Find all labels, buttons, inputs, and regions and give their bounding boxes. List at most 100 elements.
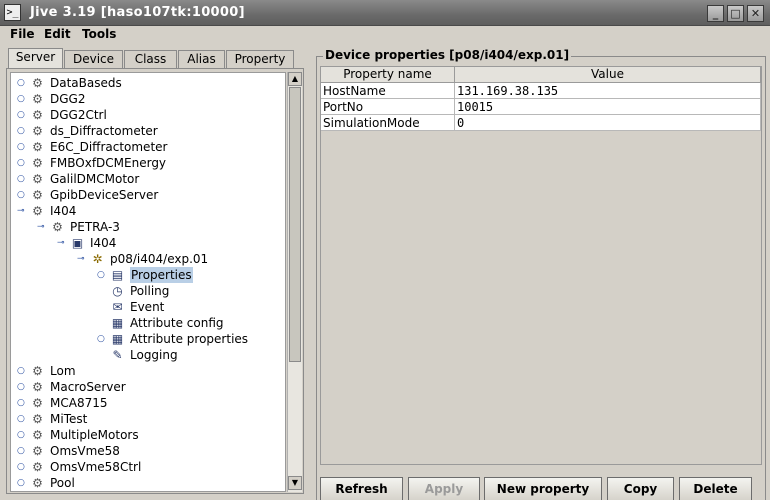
tree-item[interactable]: ○ ⚙ MacroServer bbox=[17, 379, 267, 395]
tree-item[interactable]: ○ ⚙ OmsVme58Ctrl bbox=[17, 459, 267, 475]
expanded-toggle-icon[interactable]: ⊸ bbox=[37, 222, 47, 232]
minimize-icon[interactable]: _ bbox=[707, 5, 724, 22]
scrollbar-thumb[interactable] bbox=[289, 87, 301, 362]
server-icon: ⚙ bbox=[32, 92, 43, 106]
collapsed-toggle-icon[interactable]: ○ bbox=[17, 158, 27, 168]
menu-file[interactable]: File bbox=[10, 27, 35, 41]
property-value-cell[interactable]: 131.169.38.135 bbox=[455, 83, 761, 99]
server-icon: ⚙ bbox=[32, 156, 43, 170]
attribute-properties-icon: ▦ bbox=[111, 332, 124, 346]
tree-item[interactable]: ○ ▦ Attribute properties bbox=[97, 331, 285, 347]
collapsed-toggle-icon[interactable]: ○ bbox=[17, 430, 27, 440]
tree-item-label: E6C_Diffractometer bbox=[50, 140, 168, 154]
server-icon: ⚙ bbox=[32, 140, 43, 154]
menu-tools[interactable]: Tools bbox=[82, 27, 116, 41]
tree-item[interactable]: ○ ⚙ ds_Diffractometer bbox=[17, 123, 267, 139]
tab-server[interactable]: Server bbox=[8, 48, 63, 69]
tree-item[interactable]: ○ ⚙ DataBaseds bbox=[17, 75, 267, 91]
tree-item[interactable]: ○ ⚙ Lom bbox=[17, 363, 267, 379]
column-header-property-name[interactable]: Property name bbox=[321, 67, 455, 83]
tree-item[interactable]: ○ ⚙ FMBOxfDCMEnergy bbox=[17, 155, 267, 171]
tree-item[interactable]: ⊸ ⚙ PETRA-3 bbox=[37, 219, 285, 235]
maximize-icon[interactable]: □ bbox=[727, 5, 744, 22]
expanded-toggle-icon[interactable]: ⊸ bbox=[17, 206, 27, 216]
property-name-cell[interactable]: SimulationMode bbox=[321, 115, 455, 131]
collapsed-toggle-icon[interactable]: ○ bbox=[17, 126, 27, 136]
server-icon: ⚙ bbox=[32, 76, 43, 90]
server-icon: ⚙ bbox=[52, 220, 63, 234]
tab-device[interactable]: Device bbox=[64, 50, 123, 69]
tree-item-label: I404 bbox=[50, 204, 77, 218]
tree-item[interactable]: ○ ⚙ GalilDMCMotor bbox=[17, 171, 267, 187]
collapsed-toggle-icon[interactable]: ○ bbox=[17, 398, 27, 408]
copy-button[interactable]: Copy bbox=[607, 477, 674, 500]
tree-item-label: I404 bbox=[90, 236, 117, 250]
collapsed-toggle-icon[interactable]: ○ bbox=[17, 142, 27, 152]
apply-button[interactable]: Apply bbox=[408, 477, 480, 500]
property-value-cell[interactable]: 10015 bbox=[455, 99, 761, 115]
tree-item-label: Attribute config bbox=[130, 316, 224, 330]
tree-item[interactable]: ○ ⚙ Pool bbox=[17, 475, 267, 491]
tree-item[interactable]: ▦ Attribute config bbox=[97, 315, 285, 331]
server-tree[interactable]: ○ ⚙ DataBaseds ○ ⚙ DGG2 ○ ⚙ DGG2Ctrl ○ ⚙ ds_Diffrac… bbox=[10, 72, 286, 492]
tree-item[interactable]: ✎ Logging bbox=[97, 347, 285, 363]
scroll-up-icon[interactable]: ▲ bbox=[288, 72, 302, 86]
tree-item[interactable]: ○ ⚙ MiTest bbox=[17, 411, 267, 427]
terminal-icon[interactable]: >_ bbox=[4, 4, 21, 21]
collapsed-toggle-icon[interactable]: ○ bbox=[97, 270, 107, 280]
new-property-button[interactable]: New property bbox=[484, 477, 602, 500]
tree-item-label: DGG2Ctrl bbox=[50, 108, 107, 122]
tree-item[interactable]: ○ ⚙ MultipleMotors bbox=[17, 427, 267, 443]
close-icon[interactable]: ✕ bbox=[747, 5, 764, 22]
tree-item[interactable]: ○ ⚙ DGG2 bbox=[17, 91, 267, 107]
expanded-toggle-icon[interactable]: ⊸ bbox=[57, 238, 67, 248]
collapsed-toggle-icon[interactable]: ○ bbox=[17, 462, 27, 472]
collapsed-toggle-icon[interactable]: ○ bbox=[17, 174, 27, 184]
tree-item[interactable]: ○ ⚙ MCA8715 bbox=[17, 395, 267, 411]
collapsed-toggle-icon[interactable]: ○ bbox=[17, 446, 27, 456]
property-value-cell[interactable]: 0 bbox=[455, 115, 761, 131]
column-header-value[interactable]: Value bbox=[455, 67, 761, 83]
tab-property[interactable]: Property bbox=[226, 50, 294, 69]
tree-item[interactable]: ◷ Polling bbox=[97, 283, 285, 299]
server-icon: ⚙ bbox=[32, 380, 43, 394]
tree-scrollbar[interactable]: ▲ ▼ bbox=[287, 72, 302, 492]
collapsed-toggle-icon[interactable]: ○ bbox=[17, 478, 27, 488]
tree-item[interactable]: ○ ⚙ GpibDeviceServer bbox=[17, 187, 267, 203]
delete-button[interactable]: Delete bbox=[679, 477, 752, 500]
collapsed-toggle-icon[interactable]: ○ bbox=[17, 366, 27, 376]
tree-item[interactable]: ⊸ ⚙ I404 bbox=[17, 203, 267, 219]
collapsed-toggle-icon[interactable]: ○ bbox=[17, 94, 27, 104]
collapsed-toggle-icon[interactable]: ○ bbox=[17, 110, 27, 120]
scroll-down-icon[interactable]: ▼ bbox=[288, 476, 302, 490]
tree-item[interactable]: ○ ⚙ DGG2Ctrl bbox=[17, 107, 267, 123]
tree-item[interactable]: ⊸ ▣ I404 bbox=[57, 235, 285, 251]
menu-edit[interactable]: Edit bbox=[44, 27, 71, 41]
tree-item[interactable]: ○ ▤ Properties bbox=[97, 267, 285, 283]
tree-item-label: Lom bbox=[50, 364, 76, 378]
tab-class[interactable]: Class bbox=[124, 50, 177, 69]
collapsed-toggle-icon[interactable]: ○ bbox=[17, 78, 27, 88]
panel-title: Device properties [p08/i404/exp.01] bbox=[323, 48, 572, 62]
property-name-cell[interactable]: PortNo bbox=[321, 99, 455, 115]
tree-item-label: Event bbox=[130, 300, 165, 314]
tree-item[interactable]: ○ ⚙ OmsVme58 bbox=[17, 443, 267, 459]
button-bar: Refresh Apply New property Copy Delete bbox=[320, 473, 762, 500]
tree-item[interactable]: ⊸ ✲ p08/i404/exp.01 bbox=[77, 251, 285, 267]
tab-alias[interactable]: Alias bbox=[178, 50, 225, 69]
refresh-button[interactable]: Refresh bbox=[320, 477, 403, 500]
collapsed-toggle-icon[interactable]: ○ bbox=[17, 414, 27, 424]
properties-table: Property name Value HostName 131.169.38.… bbox=[320, 66, 762, 465]
tree-item-label: Logging bbox=[130, 348, 178, 362]
expanded-toggle-icon[interactable]: ⊸ bbox=[77, 254, 87, 264]
server-icon: ⚙ bbox=[32, 444, 43, 458]
attribute-config-icon: ▦ bbox=[111, 316, 124, 330]
tree-item[interactable]: ○ ⚙ E6C_Diffractometer bbox=[17, 139, 267, 155]
collapsed-toggle-icon[interactable]: ○ bbox=[17, 382, 27, 392]
property-name-cell[interactable]: HostName bbox=[321, 83, 455, 99]
collapsed-toggle-icon[interactable]: ○ bbox=[97, 334, 107, 344]
server-icon: ⚙ bbox=[32, 396, 43, 410]
collapsed-toggle-icon[interactable]: ○ bbox=[17, 190, 27, 200]
properties-icon: ▤ bbox=[111, 268, 124, 282]
tree-item[interactable]: ✉ Event bbox=[97, 299, 285, 315]
